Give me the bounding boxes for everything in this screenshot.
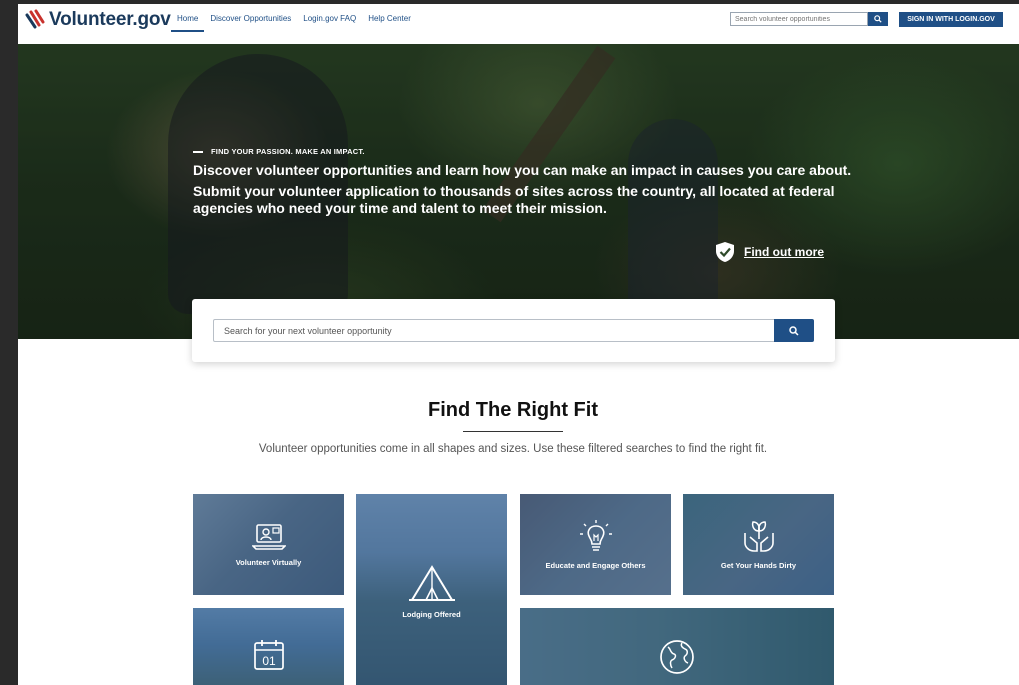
tile-globe[interactable] bbox=[520, 608, 834, 685]
site-header: Volunteer.gov Home Discover Opportunitie… bbox=[18, 4, 1019, 45]
hero-intro-text: Discover volunteer opportunities and lea… bbox=[193, 162, 852, 178]
nav-discover-opportunities[interactable]: Discover Opportunities bbox=[204, 4, 297, 34]
tile-get-hands-dirty[interactable]: Get Your Hands Dirty bbox=[683, 494, 834, 595]
tile-label: Get Your Hands Dirty bbox=[720, 561, 797, 570]
main-nav: Home Discover Opportunities Login.gov FA… bbox=[171, 4, 417, 44]
globe-icon bbox=[660, 640, 694, 674]
find-out-more-label: Find out more bbox=[744, 245, 824, 259]
opportunity-search-card bbox=[192, 299, 835, 362]
calendar-icon: 01 bbox=[253, 640, 284, 670]
hero-banner: FIND YOUR PASSION. MAKE AN IMPACT. Disco… bbox=[18, 44, 1019, 339]
find-out-more-link[interactable]: Find out more bbox=[714, 241, 824, 263]
nav-home[interactable]: Home bbox=[171, 4, 205, 32]
tile-content: Get Your Hands Dirty bbox=[683, 494, 834, 595]
section-description: Volunteer opportunities come in all shap… bbox=[258, 443, 768, 455]
tile-content: Educate and Engage Others bbox=[520, 494, 671, 595]
hero-submit-text: Submit your volunteer application to tho… bbox=[193, 183, 835, 216]
tile-content: Lodging Offered bbox=[356, 494, 507, 685]
tile-content bbox=[520, 608, 834, 685]
header-search-input[interactable] bbox=[730, 12, 868, 26]
header-search-button[interactable] bbox=[868, 12, 888, 26]
tile-content: Volunteer Virtually bbox=[193, 494, 344, 595]
search-icon bbox=[789, 325, 799, 336]
tile-label: Lodging Offered bbox=[402, 610, 461, 619]
nav-help-center[interactable]: Help Center bbox=[362, 4, 417, 34]
tile-calendar[interactable]: 01 bbox=[193, 608, 344, 685]
tile-label: Volunteer Virtually bbox=[235, 558, 302, 567]
opportunity-search-button[interactable] bbox=[774, 319, 814, 342]
tile-label: Educate and Engage Others bbox=[545, 561, 646, 570]
logo-stripes-icon bbox=[25, 9, 45, 29]
sign-in-button[interactable]: SIGN IN WITH LOGIN.GOV bbox=[899, 12, 1003, 27]
logo-text: Volunteer.gov bbox=[49, 9, 171, 30]
section-title: Find The Right Fit bbox=[428, 399, 598, 421]
tent-icon bbox=[408, 565, 455, 601]
calendar-day-text: 01 bbox=[262, 654, 276, 668]
tile-volunteer-virtually[interactable]: Volunteer Virtually bbox=[193, 494, 344, 595]
browser-viewport: Volunteer.gov Home Discover Opportunitie… bbox=[18, 4, 1019, 685]
hero-content: FIND YOUR PASSION. MAKE AN IMPACT. Disco… bbox=[193, 147, 853, 217]
nav-login-faq[interactable]: Login.gov FAQ bbox=[297, 4, 362, 34]
site-logo[interactable]: Volunteer.gov bbox=[24, 9, 171, 31]
shield-check-icon bbox=[716, 242, 734, 262]
lightbulb-icon bbox=[579, 520, 612, 551]
hero-kicker-text: FIND YOUR PASSION. MAKE AN IMPACT. bbox=[211, 147, 365, 156]
kicker-dash bbox=[193, 150, 203, 153]
tile-educate-engage[interactable]: Educate and Engage Others bbox=[520, 494, 671, 595]
search-icon bbox=[874, 15, 882, 23]
tile-content: 01 bbox=[193, 608, 344, 685]
hero-kicker: FIND YOUR PASSION. MAKE AN IMPACT. bbox=[193, 147, 853, 156]
title-underline bbox=[463, 431, 563, 432]
laptop-icon bbox=[251, 524, 286, 550]
plant-hands-icon bbox=[743, 521, 774, 552]
opportunity-search-input[interactable] bbox=[213, 319, 775, 342]
tile-lodging-offered[interactable]: Lodging Offered bbox=[356, 494, 507, 685]
